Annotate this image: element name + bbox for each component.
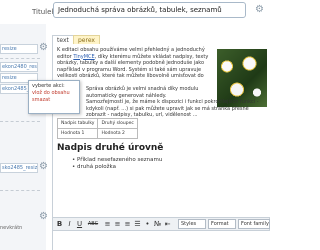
gear-icon[interactable]: ⚙ (39, 43, 48, 53)
table-cell: Nadpis tabulky (56, 118, 99, 129)
heading-level-2: Nadpis druhé úrovně (57, 143, 164, 153)
title-input[interactable]: Jednoduchá správa obrázků, tabulek, sezn… (53, 2, 246, 18)
gear-icon[interactable]: ⚙ (39, 212, 48, 222)
sidebar-item-image[interactable]: sko2485_resize (0, 163, 38, 173)
align-center-icon[interactable]: ≡ (113, 219, 122, 229)
gear-icon[interactable]: ⚙ (39, 162, 48, 172)
table-row: Nadpis tabulky Druhý sloupec (56, 118, 138, 129)
strikethrough-button[interactable]: ABC (86, 219, 100, 229)
bold-button[interactable]: B (55, 219, 64, 229)
divider (0, 58, 40, 59)
align-right-icon[interactable]: ≡ (123, 219, 132, 229)
underline-button[interactable]: U (75, 219, 84, 229)
sidebar-item-image[interactable]: resize (0, 44, 38, 54)
table-cell: Hodnota 1 (56, 128, 99, 139)
outdent-icon[interactable]: ⇤ (163, 219, 172, 229)
editor-paragraph: Správa obrázků je velmi snadná díky modu… (86, 86, 199, 99)
tinymce-link[interactable]: TinyMCE (73, 54, 94, 60)
bullet-list-icon[interactable]: • (143, 219, 152, 229)
list-item: druhá položka (72, 164, 162, 171)
align-left-icon[interactable]: ≡ (103, 219, 112, 229)
delete-option[interactable]: smazat (32, 97, 76, 104)
gear-icon[interactable]: ⚙ (255, 5, 264, 15)
numbered-list-icon[interactable]: № (153, 219, 162, 229)
popup-title: vyberte akci: (32, 83, 65, 89)
divider (0, 121, 40, 122)
sidebar-footer-text: nevkrátn (0, 225, 23, 231)
divider (0, 190, 40, 191)
italic-button[interactable]: I (65, 219, 74, 229)
insert-into-content-option[interactable]: vlož do obsahu (32, 90, 76, 97)
format-dropdown[interactable]: Format (208, 219, 236, 229)
sidebar-item-image[interactable]: ekon2480_resize (0, 62, 38, 72)
table-cell: Druhý sloupec (97, 118, 138, 129)
styles-dropdown[interactable]: Styles (178, 219, 206, 229)
editor-bottom-area (52, 231, 271, 250)
table-cell: Hodnota 2 (97, 128, 138, 139)
editor-paragraph: K editaci obsahu používáme velmi přehled… (57, 47, 209, 86)
list-item: Příklad nesefazeného seznamu (72, 157, 162, 164)
content-table: Nadpis tabulky Druhý sloupec Hodnota 1 H… (56, 118, 138, 139)
bullet-list: Příklad nesefazeného seznamu druhá polož… (72, 157, 162, 171)
action-popup-menu: vyberte akci: vlož do obsahu smazat (28, 80, 80, 114)
editor-paragraph: Samozřejmostí je, že máme k dispozici i … (86, 99, 259, 118)
align-justify-icon[interactable]: ☰ (133, 219, 142, 229)
font-family-dropdown[interactable]: Font family (238, 219, 270, 229)
table-row: Hodnota 1 Hodnota 2 (56, 128, 138, 139)
